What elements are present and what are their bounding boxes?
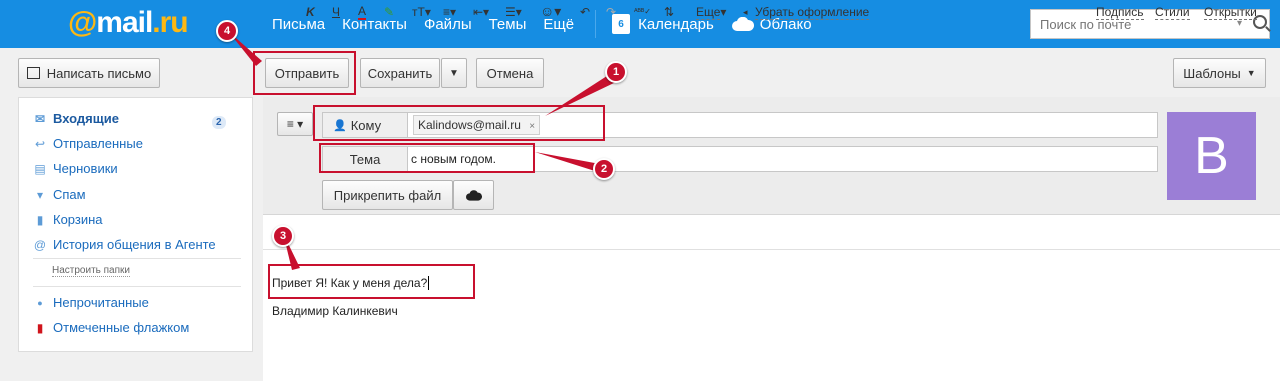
annotation-marker-4: 4 [216,20,238,42]
annotation-marker-3: 3 [272,225,294,247]
annotation-marker-2: 2 [593,158,615,180]
arrow-2 [535,152,600,172]
annotation-arrows [228,31,616,270]
annotation-marker-1: 1 [605,61,627,83]
arrow-1 [545,74,616,116]
